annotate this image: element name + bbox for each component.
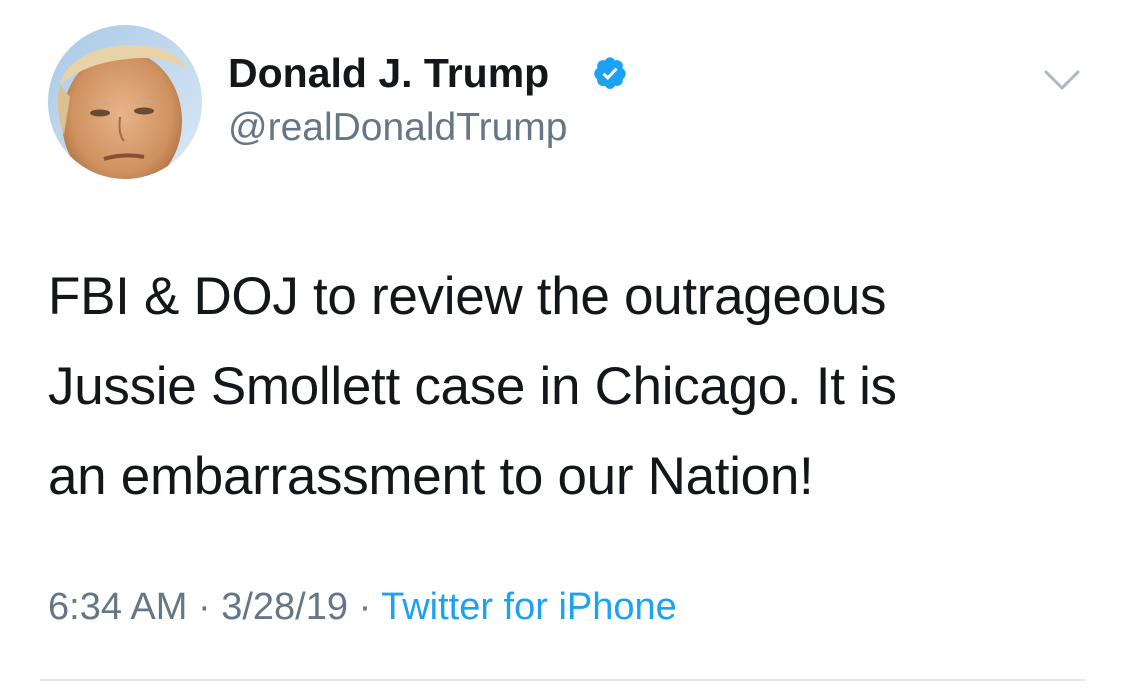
author-handle[interactable]: @realDonaldTrump [228,104,567,152]
profile-photo-icon [48,25,202,179]
tweet-text: FBI & DOJ to review the outrageous Jussi… [48,252,1088,522]
tweet-source-link[interactable]: Twitter for iPhone [381,586,677,628]
avatar[interactable] [48,25,202,179]
tweet-card: Donald J. Trump @realDonaldTrump FBI & D… [0,0,1125,698]
meta-separator: · [358,586,372,628]
verified-badge-icon [594,57,626,89]
tweet-text-line: Jussie Smollett case in Chicago. It is [48,357,897,416]
chevron-down-icon[interactable] [1042,66,1082,94]
tweet-metadata: 6:34 AM · 3/28/19 · Twitter for iPhone [48,582,677,632]
tweet-timestamp-date[interactable]: 3/28/19 [221,586,348,628]
tweet-text-line: an embarrassment to our Nation! [48,447,814,506]
tweet-text-line: FBI & DOJ to review the outrageous [48,267,887,326]
divider [40,679,1085,681]
meta-separator: · [197,586,211,628]
author-display-name[interactable]: Donald J. Trump [228,48,549,98]
tweet-timestamp-time[interactable]: 6:34 AM [48,586,187,628]
